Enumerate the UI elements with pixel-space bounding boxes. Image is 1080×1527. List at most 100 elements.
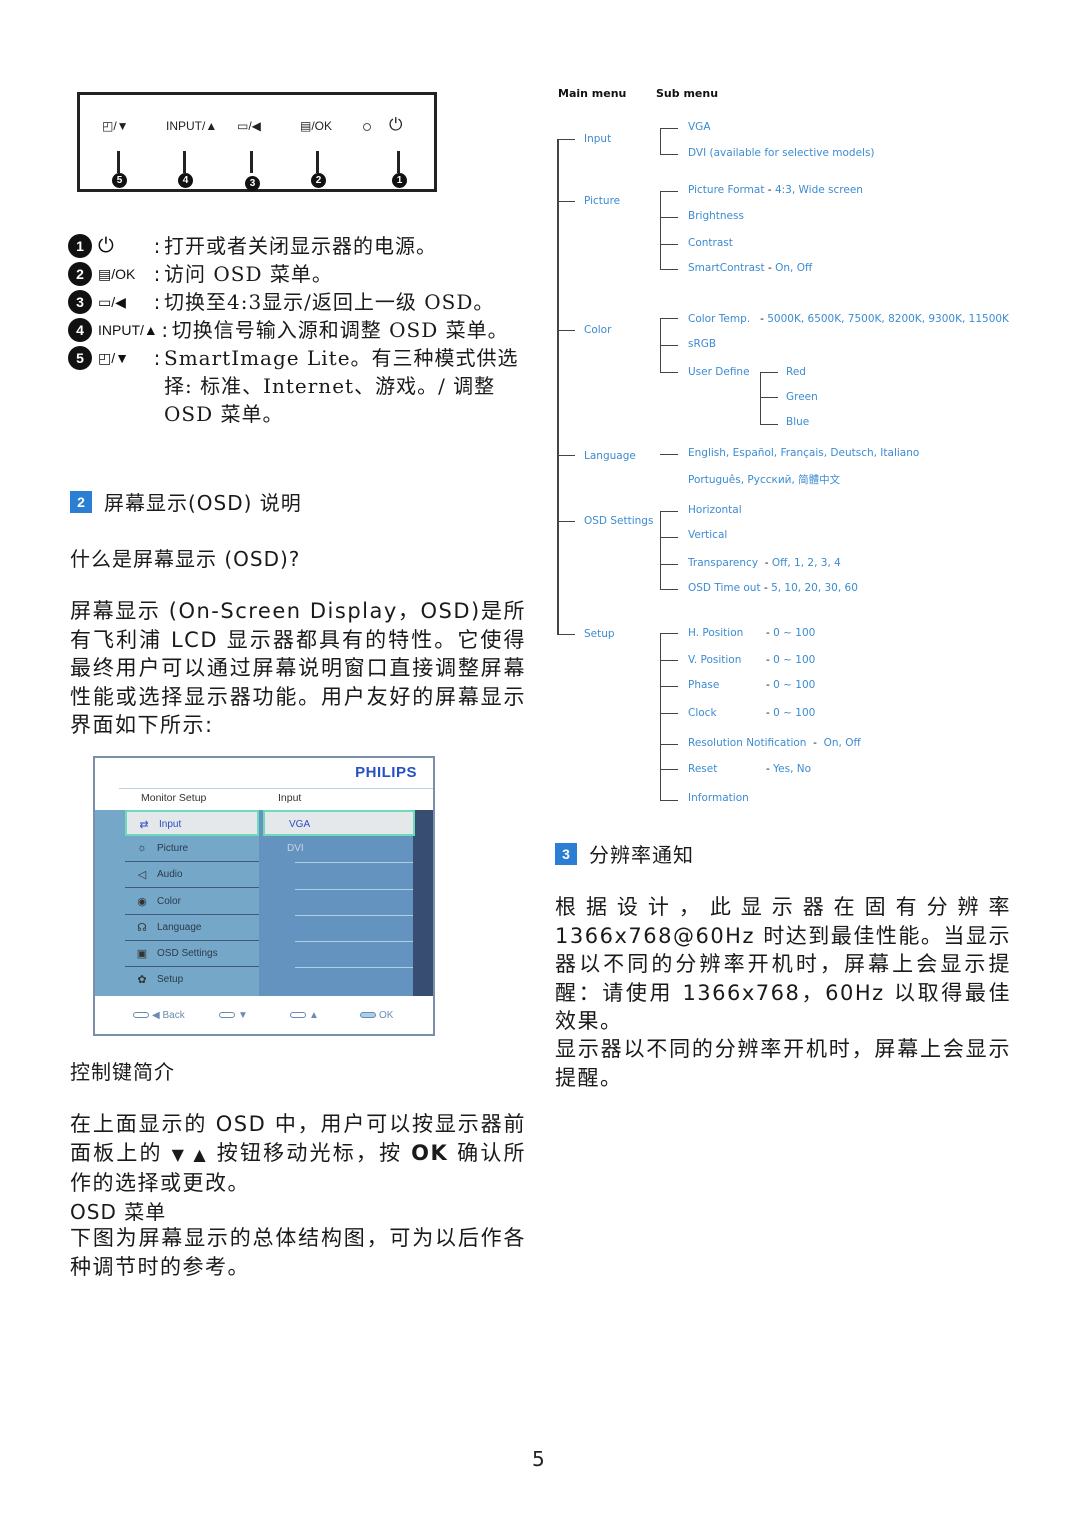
submenu-divider [295,915,413,916]
picture-icon: ☼ [136,842,148,854]
page-number: 5 [532,1447,545,1471]
osd-menu-item-setup[interactable]: ✿ Setup [125,967,259,993]
tree-main-language: Language [584,450,636,462]
tree-sub-branch [660,318,678,319]
tree-sub-item: VGA [688,121,711,133]
osd-scroll-area [413,810,433,996]
resolution-paragraph: 根据设计，此显示器在固有分辨率1366x768@60Hz 时达到最佳性能。当显示… [555,895,1011,1033]
tree-sub-branch [660,244,678,245]
tree-main-input: Input [584,133,612,145]
tree-main-color: Color [584,324,612,336]
tree-header-main: Main menu [558,87,627,100]
gear-icon: ✿ [137,974,147,986]
osd-submenu-item-dvi[interactable]: DVI [263,836,415,862]
menu-item-label: Picture [157,843,189,854]
tree-branch-line [557,521,575,522]
osd-menu-item-audio[interactable]: ◁ Audio [125,862,259,888]
osd-menu-item-picture[interactable]: ☼ Picture [125,836,259,862]
tree-sub-branch [660,589,678,590]
tree-sub-value: - 0 ~ 100 [766,627,816,639]
osd-up-button[interactable]: ▲ [290,1010,319,1021]
tree-trunk-line [557,139,559,634]
language-icon: ☊ [137,922,147,934]
tree-sub-branch [660,154,678,155]
submenu-divider [295,862,413,863]
tree-sub-line [660,511,661,589]
tree-sub-value: - 0 ~ 100 [766,679,816,691]
tree-sub-line [660,191,661,269]
osd-down-button[interactable]: ▼ [219,1010,248,1021]
tree-sub-branch [660,713,678,714]
submenu-divider [295,889,413,890]
menu-item-label: Setup [157,974,184,985]
osd-menu-item-color[interactable]: ◉ Color [125,889,259,915]
tree-sub-branch [760,397,778,398]
tree-sub-item: Contrast [688,237,733,249]
osd-menu-item-osd-settings[interactable]: ▣ OSD Settings [125,941,259,967]
tree-main-setup: Setup [584,628,615,640]
tree-header-sub: Sub menu [656,87,719,100]
menu-item-label: OSD Settings [157,948,218,959]
tree-sub-item: Information [688,792,749,804]
tree-sub-item: Clock [688,707,717,719]
tree-main-picture: Picture [584,195,621,207]
tree-sub-item: Red [786,366,806,378]
tree-sub-item: Phase [688,679,720,691]
tree-sub-item: Brightness [688,210,744,222]
tree-sub-branch [660,191,678,192]
tree-sub-value: - Yes, No [766,763,812,775]
tree-sub-branch [660,686,678,687]
osd-back-button[interactable]: ◀ Back [133,1010,185,1021]
tree-sub-branch [660,800,678,801]
tree-sub-item: SmartContrast - On, Off [688,262,813,274]
button-pill-icon [219,1012,235,1019]
osd-body: ⇄ Input ☼ Picture ◁ Audio ◉ Color ☊ Language … [95,810,433,996]
button-pill-icon [290,1012,306,1019]
tree-sub-item: V. Position [688,654,742,666]
osd-menu-paragraph: 下图为屏幕显示的总体结构图，可为以后作各种调节时的参考。 [70,1226,526,1279]
controls-heading: 控制键简介 [70,1060,175,1084]
osd-settings-icon: ▣ [136,948,148,960]
tree-sub-item: User Define [688,366,750,378]
submenu-item-label: VGA [289,819,311,830]
tree-sub-item: Transparency - Off, 1, 2, 3, 4 [688,557,841,569]
tree-sub-item: Português, Русский, 简體中文 [688,474,841,486]
tree-branch-line [557,634,575,635]
speaker-icon: ◁ [137,869,147,881]
tree-main-osd-settings: OSD Settings [584,515,654,527]
tree-sub-line [760,372,761,424]
tree-sub-branch [660,511,678,512]
section-badge: 3 [555,842,577,865]
ok-keyword: OK [411,1140,449,1165]
tree-sub-branch [660,372,678,373]
submenu-divider [295,941,413,942]
tree-sub-branch [660,537,678,538]
tree-sub-item: Blue [786,416,810,428]
menu-item-label: Input [159,819,182,830]
section-title: 分辨率通知 [589,843,694,867]
button-pill-icon [360,1012,376,1019]
tree-sub-branch [660,660,678,661]
tree-sub-value: - 0 ~ 100 [766,707,816,719]
tree-sub-branch [660,744,678,745]
tree-sub-item: Horizontal [688,504,742,516]
controls-paragraph: 在上面显示的 OSD 中，用户可以按显示器前面板上的 ▼ ▲ 按钮移动光标，按 … [70,1110,526,1198]
down-label: ▼ [238,1010,248,1021]
tree-sub-branch [760,372,778,373]
osd-ok-button[interactable]: OK [360,1010,393,1021]
submenu-item-label: DVI [287,843,304,854]
section-3-heading: 3 分辨率通知 [555,839,694,868]
tree-sub-item: English, Español, Français, Deutsch, Ita… [688,447,920,459]
tree-sub-branch [660,217,678,218]
up-label: ▲ [309,1010,319,1021]
submenu-divider [295,967,413,968]
tree-sub-branch [660,633,678,634]
tree-branch-line [557,455,575,456]
tree-sub-branch [660,769,678,770]
tree-sub-item: DVI (available for selective models) [688,147,875,159]
color-palette-icon: ◉ [137,896,147,908]
tree-sub-branch [760,424,778,425]
osd-menu-item-language[interactable]: ☊ Language [125,915,259,941]
tree-sub-item: H. Position [688,627,744,639]
tree-sub-branch [660,128,678,129]
